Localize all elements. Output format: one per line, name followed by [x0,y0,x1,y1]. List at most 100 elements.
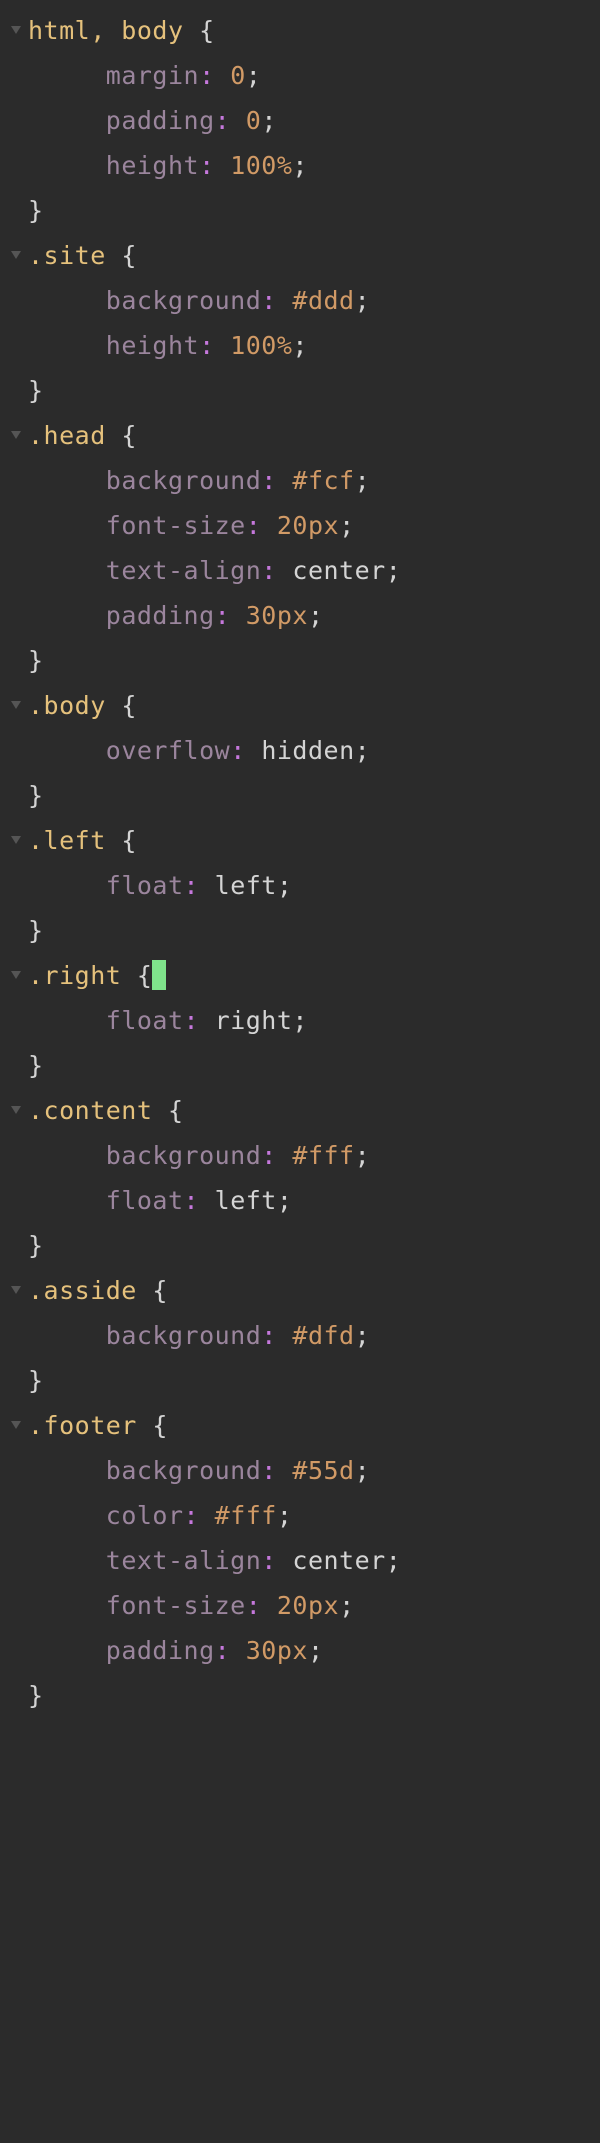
space [277,556,293,585]
code-line[interactable]: } [0,1673,600,1718]
css-property: padding [106,1636,215,1665]
code-line[interactable]: } [0,1223,600,1268]
css-property: overflow [106,736,230,765]
code-line[interactable]: padding: 0; [0,98,600,143]
fold-arrow-icon[interactable] [4,1106,28,1116]
semicolon: ; [246,61,262,90]
close-brace: } [28,781,44,810]
code-content: background: #ddd; [28,278,370,323]
code-line[interactable]: .asside { [0,1268,600,1313]
css-value: #55d [292,1456,354,1485]
code-content: html, body { [28,8,215,53]
colon: : [261,466,277,495]
code-content: } [28,773,44,818]
code-line[interactable]: float: left; [0,863,600,908]
css-property: float [106,1006,184,1035]
css-value: center [292,1546,385,1575]
code-content: .right { [28,953,166,998]
code-content: background: #fcf; [28,458,370,503]
colon: : [215,1636,231,1665]
fold-arrow-icon[interactable] [4,836,28,846]
code-line[interactable]: font-size: 20px; [0,1583,600,1628]
code-line[interactable]: html, body { [0,8,600,53]
code-line[interactable]: overflow: hidden; [0,728,600,773]
fold-arrow-icon[interactable] [4,1286,28,1296]
code-line[interactable]: padding: 30px; [0,593,600,638]
code-line[interactable]: text-align: center; [0,548,600,593]
code-line[interactable]: } [0,1358,600,1403]
css-property: text-align [106,556,262,585]
code-content: .asside { [28,1268,168,1313]
colon: : [184,1006,200,1035]
code-line[interactable]: } [0,368,600,413]
code-line[interactable]: background: #fcf; [0,458,600,503]
semicolon: ; [277,1501,293,1530]
code-line[interactable]: font-size: 20px; [0,503,600,548]
code-line[interactable]: float: right; [0,998,600,1043]
code-line[interactable]: .head { [0,413,600,458]
space [277,286,293,315]
code-line[interactable]: .right { [0,953,600,998]
code-line[interactable]: } [0,908,600,953]
css-selector: .left [28,826,106,855]
code-content: text-align: center; [28,1538,401,1583]
code-line[interactable]: } [0,1043,600,1088]
code-line[interactable]: .body { [0,683,600,728]
open-brace: { [106,691,137,720]
code-line[interactable]: height: 100%; [0,323,600,368]
code-line[interactable]: .footer { [0,1403,600,1448]
css-property: padding [106,601,215,630]
colon: : [261,1456,277,1485]
css-value: #fff [215,1501,277,1530]
space [277,1321,293,1350]
semicolon: ; [277,871,293,900]
fold-arrow-icon[interactable] [4,26,28,36]
code-content: } [28,1043,44,1088]
code-content: height: 100%; [28,323,308,368]
semicolon: ; [292,1006,308,1035]
code-line[interactable]: text-align: center; [0,1538,600,1583]
code-line[interactable]: } [0,773,600,818]
code-line[interactable]: } [0,188,600,233]
code-line[interactable]: } [0,638,600,683]
space [261,1591,277,1620]
code-line[interactable]: margin: 0; [0,53,600,98]
close-brace: } [28,196,44,225]
code-line[interactable]: color: #fff; [0,1493,600,1538]
code-content: .footer { [28,1403,168,1448]
space [277,1141,293,1170]
code-content: padding: 0; [28,98,277,143]
fold-arrow-icon[interactable] [4,431,28,441]
code-line[interactable]: background: #dfd; [0,1313,600,1358]
code-line[interactable]: .site { [0,233,600,278]
open-brace: { [121,961,152,990]
open-brace: { [106,421,137,450]
css-value: 0 [246,106,262,135]
code-content: font-size: 20px; [28,1583,355,1628]
css-property: background [106,286,262,315]
code-line[interactable]: background: #55d; [0,1448,600,1493]
css-value: 20px [277,511,339,540]
close-brace: } [28,1231,44,1260]
semicolon: ; [355,1321,371,1350]
code-line[interactable]: height: 100%; [0,143,600,188]
fold-arrow-icon[interactable] [4,251,28,261]
code-content: text-align: center; [28,548,401,593]
colon: : [184,1186,200,1215]
code-line[interactable]: padding: 30px; [0,1628,600,1673]
semicolon: ; [355,286,371,315]
space [277,1546,293,1575]
code-line[interactable]: background: #ddd; [0,278,600,323]
close-brace: } [28,916,44,945]
code-line[interactable]: .content { [0,1088,600,1133]
code-line[interactable]: float: left; [0,1178,600,1223]
semicolon: ; [261,106,277,135]
code-line[interactable]: .left { [0,818,600,863]
code-editor[interactable]: html, body { margin: 0; padding: 0; heig… [0,0,600,1726]
fold-arrow-icon[interactable] [4,971,28,981]
colon: : [230,736,246,765]
code-line[interactable]: background: #fff; [0,1133,600,1178]
fold-arrow-icon[interactable] [4,1421,28,1431]
colon: : [261,286,277,315]
fold-arrow-icon[interactable] [4,701,28,711]
